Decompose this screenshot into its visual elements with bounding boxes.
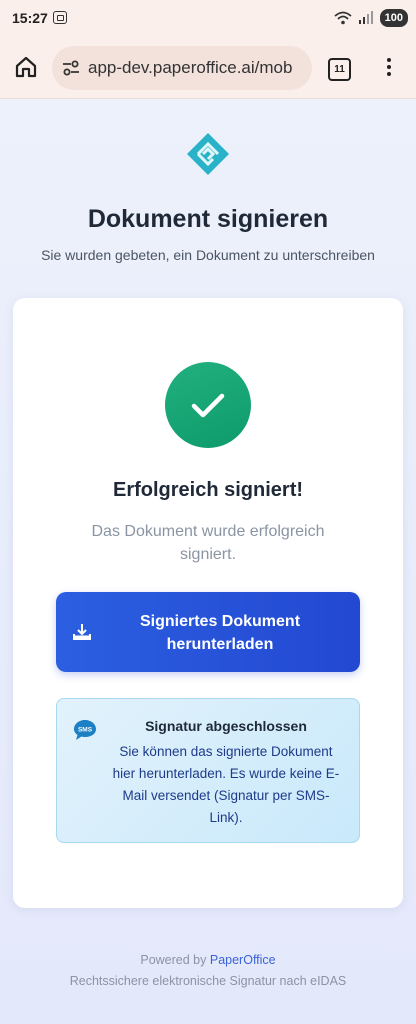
status-time: 15:27	[12, 10, 48, 26]
site-settings-icon[interactable]	[62, 59, 80, 77]
address-bar[interactable]: app-dev.paperoffice.ai/mob	[52, 46, 312, 90]
browser-toolbar: app-dev.paperoffice.ai/mob 11	[0, 38, 416, 99]
signal-icon	[358, 11, 373, 24]
screenshot-icon	[53, 11, 67, 24]
status-indicators: 100	[334, 9, 408, 27]
tab-switcher-button[interactable]: 11	[328, 58, 351, 81]
paperoffice-logo-icon	[187, 133, 229, 175]
notice-text: Sie können das signierte Dokument hier h…	[112, 744, 340, 825]
download-button-label[interactable]: Signiertes Dokument herunterladen	[112, 610, 328, 656]
home-icon[interactable]	[14, 55, 38, 79]
page-subtitle: Sie wurden gebeten, ein Dokument zu unte…	[41, 247, 375, 263]
battery-indicator: 100	[379, 9, 408, 27]
url-text[interactable]: app-dev.paperoffice.ai/mob	[88, 58, 292, 78]
download-signed-document-button[interactable]: Signiertes Dokument herunterladen	[56, 592, 360, 672]
browser-menu-icon[interactable]	[382, 55, 396, 81]
powered-by-prefix: Powered by	[140, 953, 207, 967]
download-icon	[73, 624, 91, 640]
success-check-icon	[165, 362, 251, 448]
success-message: Das Dokument wurde erfolgreich signiert.	[91, 523, 325, 563]
signature-result-card: Erfolgreich signiert! Das Dokument wurde…	[13, 298, 403, 908]
page-title: Dokument signieren	[87, 205, 329, 233]
sms-icon: SMS	[74, 720, 96, 740]
notice-title: Signatur abgeschlossen	[145, 718, 307, 734]
paperoffice-link[interactable]: PaperOffice	[210, 953, 276, 967]
sms-icon-label: SMS	[78, 727, 93, 734]
wifi-icon	[334, 11, 352, 25]
powered-by: Powered by PaperOffice	[0, 953, 416, 967]
success-title: Erfolgreich signiert!	[112, 479, 304, 501]
legal-notice: Rechtssichere elektronische Signatur nac…	[69, 974, 347, 988]
status-bar: 15:27 100	[0, 0, 416, 38]
signature-complete-notice: SMS Signatur abgeschlossen Sie können da…	[56, 698, 360, 843]
